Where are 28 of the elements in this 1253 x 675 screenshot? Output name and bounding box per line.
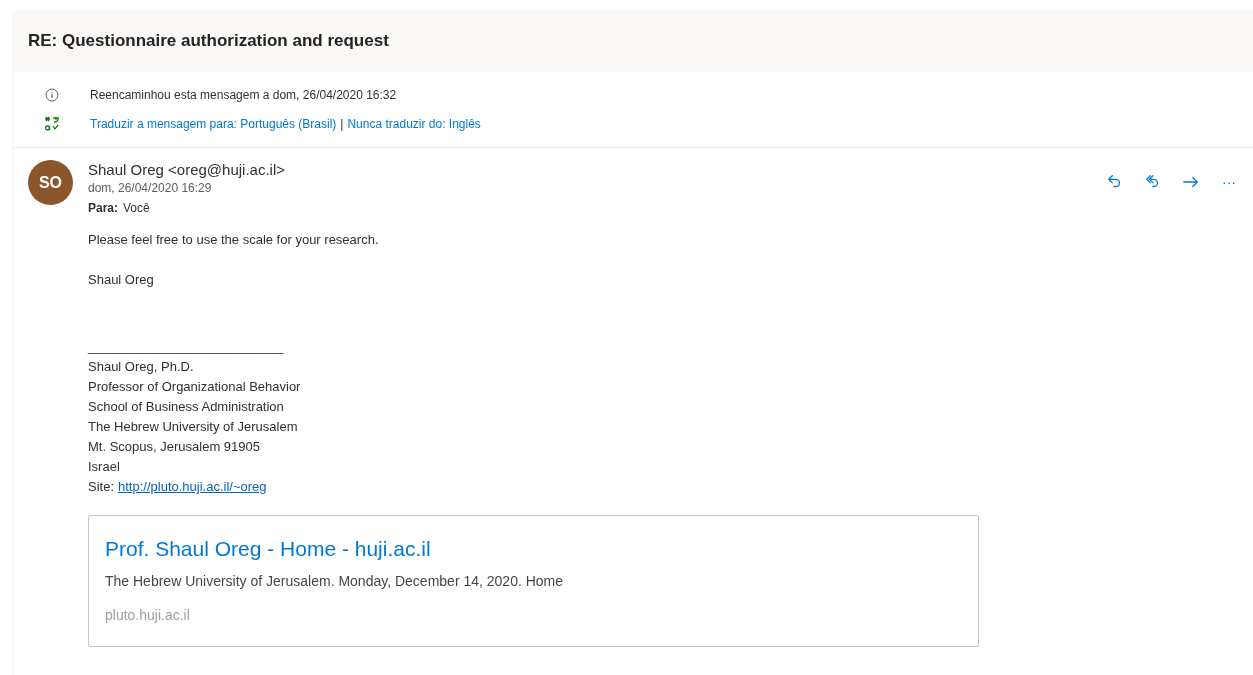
preview-description: The Hebrew University of Jerusalem. Monday, December 14, 2020. Home [105,572,564,591]
avatar: SO [28,160,73,205]
signature-rule: ___________________________ [88,338,284,356]
signature-line: Mt. Scopus, Jerusalem 91905 [88,438,260,456]
signature-line: School of Business Administration [88,398,284,416]
link-preview-card[interactable]: Prof. Shaul Oreg - Home - huji.ac.il The Hebrew University of Jerusalem. Monday, December 14, 2020. Home pluto.huji.ac.il [88,515,979,647]
signature-line: Israel [88,458,120,476]
to-label: Para: [88,200,119,217]
recipient: Você [123,200,150,217]
forwarded-notice: Reencaminhou esta mensagem a dom, 26/04/2020 16:32 [90,87,397,104]
body-text: Shaul Oreg [88,271,155,289]
preview-title[interactable]: Prof. Shaul Oreg - Home - huji.ac.il [105,534,431,564]
translate-link[interactable]: Nunca traduzir do: Inglês [347,115,481,133]
signature-line: The Hebrew University of Jerusalem [88,418,298,436]
translate-icon [44,116,60,132]
translate-link[interactable]: Traduzir a mensagem para: Português (Brasil) [90,115,337,133]
more-button[interactable]: ··· [1215,168,1243,196]
body-text: Please feel free to use the scale for your research. [88,231,380,249]
signature-line: Professor of Organizational Behavior [88,378,301,396]
site-label: Site: [88,478,114,496]
site-link[interactable]: http://pluto.huji.ac.il/~oreg [118,477,267,497]
info-icon [45,88,59,102]
sender-name: Shaul Oreg <oreg@huji.ac.il> [88,160,286,180]
preview-domain: pluto.huji.ac.il [105,606,190,625]
message-date: dom, 26/04/2020 16:29 [88,180,213,196]
separator: | [340,116,344,133]
email-subject: RE: Questionnaire authorization and request [28,30,389,53]
signature-line: Shaul Oreg, Ph.D. [88,358,194,376]
